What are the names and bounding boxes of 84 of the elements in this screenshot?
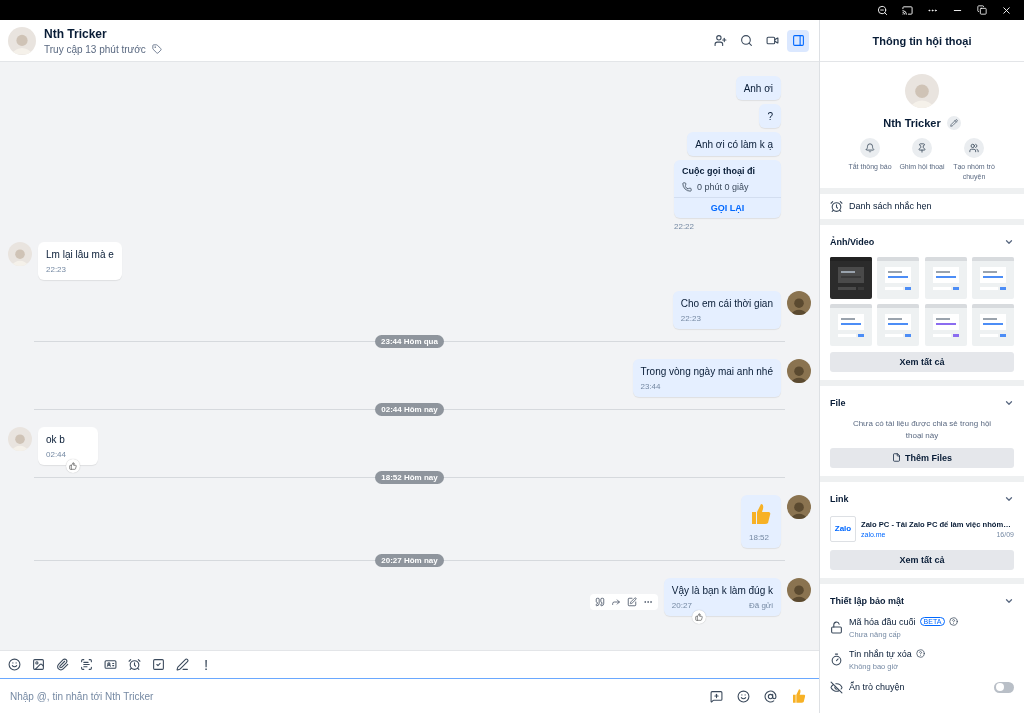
message-time: 22:23 (680, 314, 701, 323)
contact-card-icon[interactable] (104, 658, 117, 671)
message-time: 02:44 (46, 450, 67, 459)
image-icon[interactable] (32, 658, 45, 671)
section-title: Link (830, 493, 849, 504)
phone-icon (682, 182, 692, 192)
reminder-icon (830, 199, 843, 213)
toggle-switch[interactable] (994, 681, 1014, 693)
reminder-icon[interactable] (128, 658, 141, 671)
add-files-button[interactable]: Thêm Files (830, 447, 1014, 468)
setting-label: Mã hóa đầu cuối (849, 616, 916, 627)
thumbs-up-sticker (749, 502, 773, 526)
emoji-icon[interactable] (737, 689, 750, 703)
message-text: ok b (46, 434, 66, 445)
message-time: 20:27 (671, 601, 692, 610)
tag-icon[interactable] (151, 44, 162, 54)
attachment-icon[interactable] (56, 658, 69, 671)
message-time: 22:23 (46, 265, 67, 274)
video-icon[interactable] (765, 34, 779, 47)
message-time: 23:44 (640, 382, 661, 391)
setting-label: Ẩn trò chuyện (849, 682, 905, 693)
section-title: Thiết lập bảo mật (830, 595, 904, 606)
setting-label: Tin nhắn tự xóa (849, 648, 912, 659)
panel-icon[interactable] (791, 34, 805, 47)
call-back-button[interactable]: GỌI LẠI (674, 198, 781, 218)
cast-icon[interactable] (902, 4, 913, 16)
file-icon[interactable] (892, 453, 901, 463)
message-text: Cho em cái thời gian (680, 298, 773, 309)
bell-button[interactable] (860, 138, 880, 158)
like-reaction[interactable] (691, 610, 706, 624)
section-title: Ảnh/Video (830, 236, 875, 247)
zoom-out-icon[interactable] (877, 4, 888, 16)
share-icon[interactable] (610, 597, 621, 607)
thumbs-up-icon[interactable] (791, 688, 807, 704)
panel-title: Thông tin hội thoại (820, 20, 1024, 62)
edit-name-button[interactable] (946, 116, 961, 130)
message-text: Lm lại lâu mà e (46, 249, 114, 260)
last-seen-status: Truy cập 13 phút trước (44, 43, 146, 55)
contact-name: Nth Tricker (44, 26, 108, 41)
edit-icon[interactable] (626, 597, 637, 607)
section-title: File (830, 397, 846, 408)
group-button[interactable] (964, 138, 984, 158)
profile-name: Nth Tricker (883, 117, 941, 129)
screenshot-icon[interactable] (80, 658, 93, 671)
sticker-icon[interactable] (8, 658, 21, 671)
date-divider: 20:27 Hôm nay (375, 554, 444, 567)
date-divider: 18:52 Hôm nay (375, 471, 444, 484)
encryption-icon (830, 621, 843, 635)
pin-icon[interactable] (917, 143, 927, 153)
message-text: Vậy là bạn k làm đúg k (671, 585, 773, 596)
sent-status: Đã gửi (748, 601, 773, 610)
call-duration: 0 phút 0 giây (697, 182, 749, 192)
format-icon[interactable] (176, 658, 189, 671)
bell-icon[interactable] (865, 143, 875, 153)
message-time: 18:52 (749, 533, 770, 542)
like-reaction[interactable] (66, 459, 80, 473)
message-text: Trong vòng ngày mai anh nhé (640, 366, 773, 377)
view-all-button[interactable]: Xem tất cả (830, 351, 1014, 372)
empty-message: Chưa có tài liệu được chia sẻ trong hội thoại này (851, 417, 993, 442)
panel-button[interactable] (787, 29, 809, 52)
help-icon[interactable] (949, 617, 959, 627)
link-logo: Zalo (830, 515, 856, 542)
quick-message-icon[interactable] (710, 689, 723, 703)
message-text: Anh ơi có làm k ạ (695, 139, 773, 150)
help-icon[interactable] (915, 649, 925, 659)
quote-icon[interactable] (594, 597, 605, 607)
group-icon[interactable] (969, 143, 979, 153)
important-button[interactable]: ! (200, 656, 213, 673)
close-icon[interactable] (1001, 4, 1012, 16)
timer-icon (830, 653, 843, 667)
search-icon[interactable] (739, 34, 753, 47)
view-all-button[interactable]: Xem tất cả (830, 549, 1014, 570)
restore-icon[interactable] (977, 5, 987, 15)
call-title: Cuộc gọi thoại đi (681, 165, 756, 178)
date-divider: 02:44 Hôm nay (375, 403, 444, 416)
reminder-list-link[interactable]: Danh sách nhắc hẹn (849, 201, 932, 212)
message-text: Anh ơi (743, 83, 773, 94)
pin-button[interactable] (912, 138, 932, 158)
message-text: ? (767, 111, 773, 122)
message-time: 22:22 (674, 222, 696, 231)
mention-icon[interactable] (764, 689, 777, 703)
date-divider: 23:44 Hôm qua (375, 335, 444, 348)
add-member-icon[interactable] (713, 34, 727, 47)
task-icon[interactable] (152, 658, 165, 671)
